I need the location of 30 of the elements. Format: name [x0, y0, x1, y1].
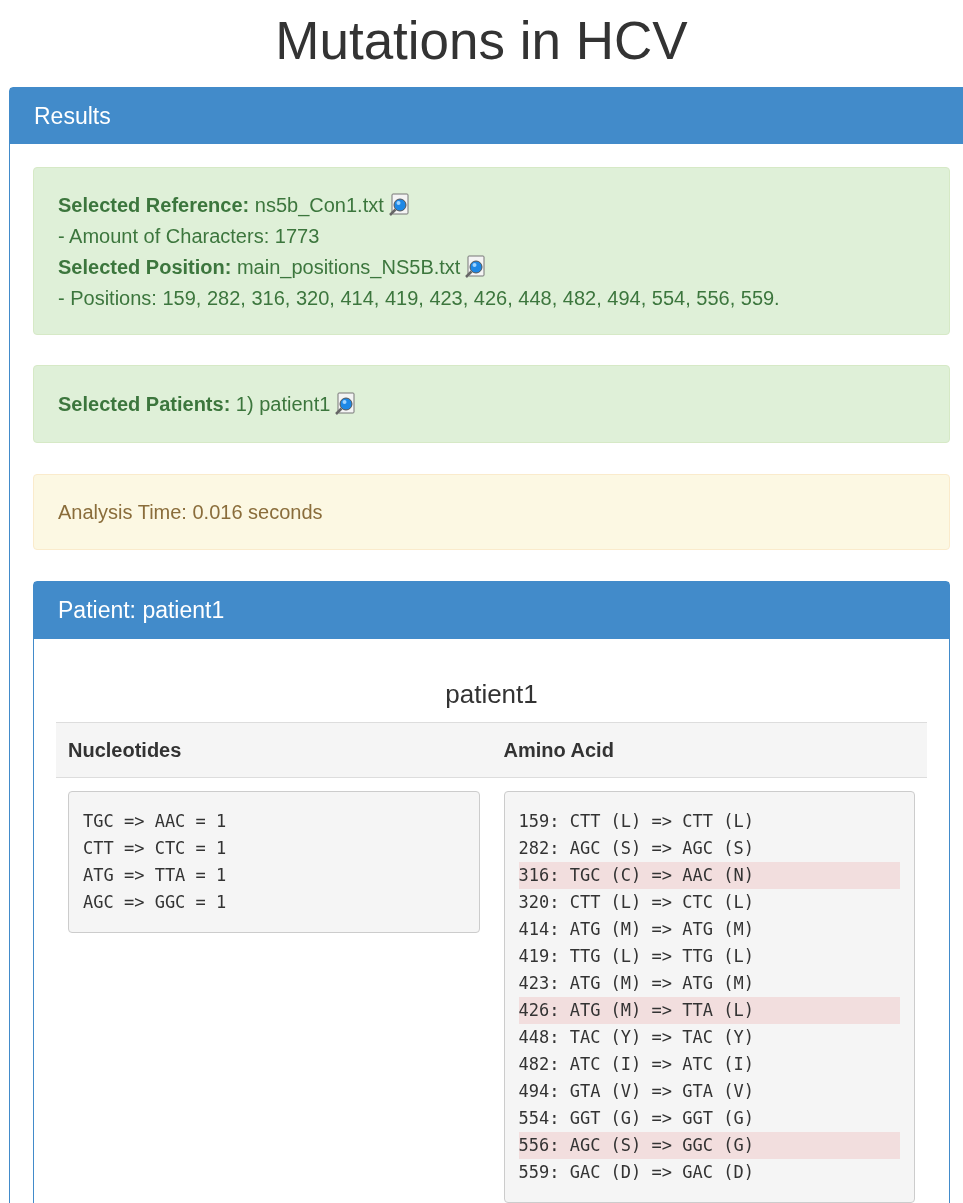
code-line: 159: CTT (L) => CTT (L) — [518, 810, 755, 833]
magnifier-document-icon[interactable] — [334, 392, 357, 416]
column-header: Nucleotides — [68, 739, 182, 761]
code-line: 320: CTT (L) => CTC (L) — [518, 891, 755, 914]
code-line: ATG => TTA = 1 — [83, 864, 228, 887]
column-header: Amino Acid — [503, 739, 614, 761]
code-line: TGC => AAC = 1 — [83, 810, 228, 833]
code-line: 482: ATC (I) => ATC (I) — [518, 1053, 755, 1076]
analysis-time-alert: Analysis Time: 0.016 seconds — [33, 474, 950, 550]
code-line: 282: AGC (S) => AGC (S) — [518, 837, 755, 860]
code-line: 559: GAC (D) => GAC (D) — [518, 1161, 755, 1184]
code-line: 554: GGT (G) => GGT (G) — [518, 1107, 755, 1130]
reference-line: Selected Reference: ns5b_Con1.txt — [58, 192, 384, 219]
table-caption: patient1 — [444, 678, 539, 711]
magnifier-document-icon[interactable] — [387, 192, 410, 217]
code-line: 423: ATG (M) => ATG (M) — [518, 972, 755, 995]
code-line: 494: GTA (V) => GTA (V) — [518, 1080, 755, 1103]
code-line: 414: ATG (M) => ATG (M) — [518, 918, 755, 941]
panel-heading: Patient: patient1 — [34, 582, 949, 639]
reference-line: - Positions: 159, 282, 316, 320, 414, 419, 423, 426, 448, 482, 494, 554, 556, 559. — [58, 285, 780, 311]
patients-text: Selected Patients: 1) patient1 — [58, 392, 331, 417]
code-line: AGC => GGC = 1 — [83, 891, 228, 914]
reference-line: - Amount of Characters: 1773 — [58, 223, 320, 249]
code-line: 419: TTG (L) => TTG (L) — [518, 945, 755, 968]
magnifier-document-icon[interactable] — [464, 254, 487, 279]
panel-heading: Results — [10, 88, 963, 144]
page-title: Mutations in HCV — [274, 10, 689, 72]
code-line: CTT => CTC = 1 — [83, 837, 228, 860]
code-line: 448: TAC (Y) => TAC (Y) — [518, 1026, 755, 1049]
reference-line: Selected Position: main_positions_NS5B.txt — [58, 254, 461, 281]
